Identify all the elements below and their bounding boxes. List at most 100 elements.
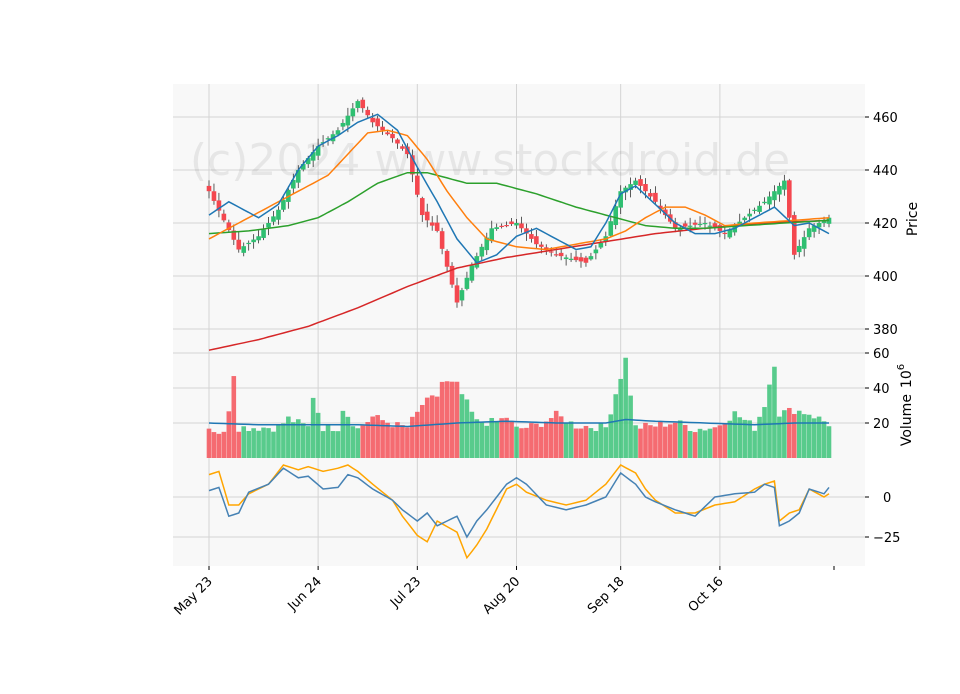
volume-bar-125	[826, 426, 832, 458]
volume-bar-79	[598, 423, 604, 458]
price-tick-label-1: 400	[873, 270, 898, 285]
candle-body-46	[434, 222, 440, 231]
volume-bar-75	[578, 428, 584, 458]
volume-bar-3	[221, 431, 227, 458]
candle-body-32	[365, 109, 371, 116]
volume-bar-103	[717, 425, 723, 458]
x-tick-label-0: May 23	[172, 574, 216, 618]
volume-bar-74	[573, 428, 579, 458]
volume-bar-7	[241, 426, 247, 458]
volume-bar-72	[563, 423, 569, 458]
candle-body-44	[424, 211, 430, 221]
price-tick-label-3: 440	[873, 164, 898, 179]
candle-body-45	[429, 222, 435, 226]
osc-tick-label-1: 0	[883, 491, 891, 506]
volume-tick-label-0: 20	[873, 417, 890, 432]
candle-118	[791, 211, 797, 260]
candle-body-53	[469, 265, 475, 281]
volume-bar-82	[613, 394, 619, 458]
candle-body-81	[608, 221, 614, 236]
volume-bar-26	[335, 431, 341, 458]
volume-bar-63	[519, 428, 524, 458]
candle-body-63	[519, 223, 524, 229]
volume-bar-1	[211, 432, 217, 458]
volume-bar-121	[806, 414, 812, 458]
volume-bar-20	[305, 426, 311, 458]
volume-bar-96	[682, 425, 688, 458]
volume-bar-31	[360, 425, 366, 458]
price-tick-label-2: 420	[873, 217, 898, 232]
volume-bar-52	[464, 399, 470, 458]
volume-bar-114	[772, 366, 777, 458]
volume-bar-9	[251, 428, 256, 458]
volume-bar-61	[509, 420, 514, 458]
volume-bar-118	[791, 413, 797, 458]
volume-bar-89	[648, 425, 653, 458]
candle-body-29	[350, 108, 356, 117]
volume-bar-120	[801, 414, 807, 458]
candle-body-77	[588, 256, 594, 260]
stock-chart: (c)2024 www.stockdroid.de 380 400 420 440 46…	[0, 0, 960, 690]
volume-bar-62	[514, 426, 519, 458]
volume-bar-64	[524, 427, 529, 458]
volume-bar-66	[534, 423, 539, 458]
candle-body-47	[439, 231, 445, 249]
candle-body-74	[573, 256, 579, 261]
candle-body-37	[390, 133, 395, 139]
volume-bar-37	[390, 427, 395, 458]
volume-bar-111	[757, 416, 762, 458]
x-tick-label-5: Oct 16	[686, 574, 727, 615]
volume-bar-14	[276, 425, 281, 458]
volume-bar-34	[375, 415, 380, 458]
volume-bar-86	[633, 425, 638, 458]
candle-body-27	[340, 122, 346, 127]
volume-bar-19	[300, 423, 306, 458]
candle-body-11	[261, 229, 266, 238]
volume-bar-90	[653, 426, 658, 458]
candle-body-12	[266, 223, 271, 228]
candle-body-7	[241, 246, 247, 253]
volume-axis-label-sup: 6	[896, 364, 907, 370]
candle-body-51	[459, 290, 465, 301]
watermark-text: (c)2024 www.stockdroid.de	[190, 135, 790, 186]
candle-body-110	[752, 209, 757, 211]
candle-body-55	[479, 246, 485, 257]
candle-body-72	[563, 257, 569, 260]
candle-body-28	[345, 115, 351, 126]
volume-bar-40	[405, 427, 410, 458]
candle-body-87	[638, 179, 643, 186]
candle-body-62	[514, 223, 519, 226]
volume-bar-16	[286, 416, 291, 458]
volume-bar-59	[499, 418, 504, 458]
volume-bar-5	[231, 376, 237, 458]
candle-body-86	[633, 180, 638, 185]
volume-bar-53	[469, 411, 475, 458]
x-tick-label-3: Aug 20	[480, 574, 523, 617]
volume-bar-83	[618, 378, 623, 458]
candle-body-43	[419, 198, 425, 216]
price-tick-label-4: 460	[873, 111, 898, 126]
volume-bar-101	[707, 428, 713, 458]
volume-bar-117	[787, 407, 792, 458]
candle-body-9	[251, 239, 256, 243]
volume-bar-88	[643, 422, 648, 458]
volume-bar-107	[737, 417, 743, 458]
volume-bar-17	[291, 422, 296, 458]
volume-bar-8	[246, 430, 251, 458]
price-axis-label: Price	[905, 202, 921, 236]
volume-bar-22	[315, 412, 321, 458]
candle-body-108	[742, 217, 747, 221]
candle-body-15	[281, 199, 286, 210]
volume-bar-124	[821, 421, 827, 458]
candle-body-111	[757, 205, 762, 212]
volume-bar-98	[692, 432, 698, 458]
candle-body-33	[370, 117, 375, 123]
candle-body-52	[464, 277, 470, 289]
candle-body-13	[271, 216, 276, 222]
candle-body-39	[400, 146, 405, 149]
volume-bar-30	[355, 428, 361, 458]
candle-body-114	[772, 191, 777, 201]
candle-body-70	[553, 254, 559, 256]
x-tick-label-1: Jun 24	[285, 574, 325, 614]
candle-body-100	[702, 223, 708, 225]
